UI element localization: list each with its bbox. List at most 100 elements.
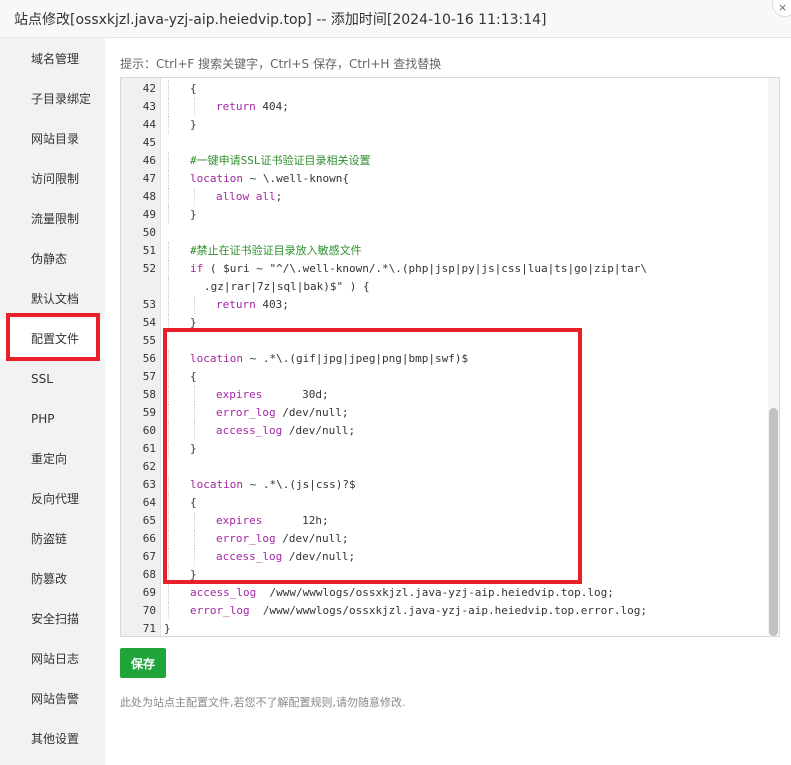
save-button[interactable]: 保存 xyxy=(120,648,166,678)
indent-guide xyxy=(168,98,169,116)
code-text: error_log /dev/null; xyxy=(216,406,349,419)
code-text: #一键申请SSL证书验证目录相关设置 xyxy=(190,154,371,167)
sidebar-item[interactable]: 默认文档 xyxy=(0,279,105,319)
code-text: location ~ .*\.(gif|jpg|jpeg|png|bmp|swf… xyxy=(190,352,469,365)
indent-guide xyxy=(194,98,195,116)
code-line: 69 access_log /www/wwwlogs/ossxkjzl.java-… xyxy=(121,584,761,602)
indent-guide xyxy=(168,296,169,314)
window-titlebar: 站点修改[ossxkjzl.java-yzj-aip.heiedvip.top]… xyxy=(0,0,791,38)
line-number: 67 xyxy=(142,550,156,563)
indent-guide xyxy=(168,368,169,386)
sidebar-item[interactable]: 防盗链 xyxy=(0,519,105,559)
line-number: 50 xyxy=(142,226,156,239)
indent-guide xyxy=(168,566,169,584)
sidebar-item[interactable]: 安全扫描 xyxy=(0,599,105,639)
code-line: 53 return 403; xyxy=(121,296,761,314)
code-line: 68} xyxy=(121,566,761,584)
sidebar-item[interactable]: 伪静态 xyxy=(0,239,105,279)
sidebar-item[interactable]: 重定向 xyxy=(0,439,105,479)
indent-guide xyxy=(168,242,169,260)
sidebar-item[interactable]: SSL xyxy=(0,359,105,399)
line-number: 60 xyxy=(142,424,156,437)
indent-guide xyxy=(168,476,169,494)
code-line: 52 if ( $uri ~ "^/\.well-known/.*\.(php|j… xyxy=(121,260,761,278)
indent-guide xyxy=(168,116,169,134)
code-text: allow all; xyxy=(216,190,283,203)
code-text: access_log /www/wwwlogs/ossxkjzl.java-yz… xyxy=(190,586,614,599)
line-number: 62 xyxy=(142,460,156,473)
indent-guide xyxy=(168,80,169,98)
line-number: 47 xyxy=(142,172,156,185)
code-text: return 403; xyxy=(216,298,289,311)
code-line: 49} xyxy=(121,206,761,224)
code-line: 71} xyxy=(121,620,761,636)
sidebar-item[interactable]: 子目录绑定 xyxy=(0,79,105,119)
code-line: 67 access_log /dev/null; xyxy=(121,548,761,566)
code-text: { xyxy=(190,82,197,95)
code-line: 63 location ~ .*\.(js|css)?$ xyxy=(121,476,761,494)
sidebar-item[interactable]: 网站目录 xyxy=(0,119,105,159)
code-text: } xyxy=(190,568,197,581)
indent-guide xyxy=(194,512,195,530)
code-line: 57 { xyxy=(121,368,761,386)
code-text: .gz|rar|7z|sql|bak)$" ) { xyxy=(204,280,370,293)
code-text: access_log /dev/null; xyxy=(216,550,356,563)
sidebar-item[interactable]: 网站告警 xyxy=(0,679,105,719)
code-text: { xyxy=(190,496,197,509)
indent-guide xyxy=(194,530,195,548)
indent-guide xyxy=(168,260,169,278)
code-line: .gz|rar|7z|sql|bak)$" ) { xyxy=(121,278,761,296)
indent-guide xyxy=(168,314,169,332)
indent-guide xyxy=(168,584,169,602)
sidebar-item[interactable]: 其他设置 xyxy=(0,719,105,759)
code-line: 58 expires 30d; xyxy=(121,386,761,404)
line-number: 57 xyxy=(142,370,156,383)
sidebar-item[interactable]: 域名管理 xyxy=(0,39,105,79)
line-number: 54 xyxy=(142,316,156,329)
code-text: error_log /dev/null; xyxy=(216,532,349,545)
sidebar-item[interactable]: 网站日志 xyxy=(0,639,105,679)
code-text: expires 12h; xyxy=(216,514,329,527)
code-line: 62 xyxy=(121,458,761,476)
config-code-editor[interactable]: 42 {43 return 404; 44} 45 46 #一键申请SSL证书验证目录相关设… xyxy=(120,77,780,637)
code-text: } xyxy=(190,208,197,221)
code-line: 56 location ~ .*\.(gif|jpg|jpeg|png|bmp|s… xyxy=(121,350,761,368)
sidebar-item[interactable]: 防篡改 xyxy=(0,559,105,599)
sidebar-item[interactable]: PHP xyxy=(0,399,105,439)
indent-guide xyxy=(168,404,169,422)
code-text: location ~ .*\.(js|css)?$ xyxy=(190,478,356,491)
line-number: 58 xyxy=(142,388,156,401)
code-line: 43 return 404; xyxy=(121,98,761,116)
indent-guide xyxy=(168,170,169,188)
indent-guide xyxy=(194,422,195,440)
code-text: expires 30d; xyxy=(216,388,329,401)
line-number: 48 xyxy=(142,190,156,203)
line-number: 55 xyxy=(142,334,156,347)
sidebar-item[interactable]: 流量限制 xyxy=(0,199,105,239)
line-number: 46 xyxy=(142,154,156,167)
sidebar-item[interactable]: 访问限制 xyxy=(0,159,105,199)
indent-guide xyxy=(168,350,169,368)
indent-guide xyxy=(194,296,195,314)
indent-guide xyxy=(194,386,195,404)
line-number: 59 xyxy=(142,406,156,419)
indent-guide xyxy=(168,602,169,620)
indent-guide xyxy=(168,548,169,566)
indent-guide xyxy=(168,440,169,458)
sidebar-item[interactable]: 配置文件 xyxy=(0,319,105,359)
code-line: 45 xyxy=(121,134,761,152)
line-number: 64 xyxy=(142,496,156,509)
code-text: error_log /www/wwwlogs/ossxkjzl.java-yzj… xyxy=(190,604,647,617)
code-line: 70 error_log /www/wwwlogs/ossxkjzl.java-y… xyxy=(121,602,761,620)
line-number: 51 xyxy=(142,244,156,257)
code-line: 46 #一键申请SSL证书验证目录相关设置 xyxy=(121,152,761,170)
line-number: 63 xyxy=(142,478,156,491)
editor-scrollbar-thumb[interactable] xyxy=(769,408,778,636)
code-line: 66 error_log /dev/null; xyxy=(121,530,761,548)
indent-guide xyxy=(168,512,169,530)
line-number: 49 xyxy=(142,208,156,221)
code-line: 55 xyxy=(121,332,761,350)
code-line: 50 xyxy=(121,224,761,242)
indent-guide xyxy=(194,548,195,566)
sidebar-item[interactable]: 反向代理 xyxy=(0,479,105,519)
